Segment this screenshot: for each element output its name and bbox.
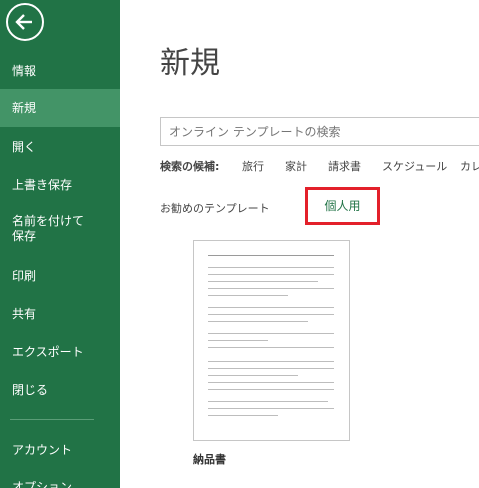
sidebar-item-open[interactable]: 開く (0, 128, 120, 166)
suggested-search-calendar[interactable]: カレ (460, 158, 479, 174)
doc-line (208, 375, 298, 376)
doc-line (208, 401, 328, 402)
doc-line (208, 368, 334, 369)
doc-line (208, 321, 308, 322)
doc-line (208, 295, 288, 296)
doc-line (208, 267, 334, 268)
sidebar-item-info[interactable]: 情報 (0, 52, 120, 90)
backstage-sidebar: 情報 新規 開く 上書き保存 名前を付けて 保存 印刷 共有 エクスポート 閉じ… (0, 0, 120, 488)
doc-line (208, 347, 334, 348)
doc-line (208, 307, 334, 308)
doc-line (208, 389, 334, 390)
sidebar-item-save-as[interactable]: 名前を付けて 保存 (0, 210, 120, 250)
sidebar-item-share[interactable]: 共有 (0, 295, 120, 333)
sidebar-item-save[interactable]: 上書き保存 (0, 166, 120, 204)
sidebar-item-new[interactable]: 新規 (0, 89, 120, 127)
save-as-label-line1: 名前を付けて (12, 214, 85, 228)
doc-line (208, 415, 278, 416)
doc-line (208, 274, 334, 275)
tab-featured[interactable]: お勧めのテンプレート (160, 200, 270, 216)
doc-line (208, 281, 318, 282)
doc-line (208, 408, 334, 409)
doc-title-line (208, 255, 334, 256)
sidebar-item-close[interactable]: 閉じる (0, 371, 120, 409)
suggested-search-budget[interactable]: 家計 (285, 158, 307, 174)
sidebar-item-print[interactable]: 印刷 (0, 257, 120, 295)
suggested-search-travel[interactable]: 旅行 (242, 158, 264, 174)
sidebar-divider (10, 419, 94, 420)
doc-line (208, 314, 334, 315)
template-thumbnail[interactable] (193, 240, 350, 441)
back-arrow-icon (15, 14, 32, 30)
doc-line (208, 333, 334, 334)
doc-line (208, 361, 334, 362)
save-as-label-line2: 保存 (12, 229, 37, 243)
sidebar-item-export[interactable]: エクスポート (0, 333, 120, 371)
suggested-search-invoice[interactable]: 請求書 (328, 158, 361, 174)
sidebar-item-options[interactable]: オプション (0, 468, 120, 488)
doc-line (208, 382, 334, 383)
suggested-searches-label: 検索の候補: (160, 160, 220, 173)
doc-line (208, 340, 268, 341)
template-search-input[interactable] (161, 118, 479, 145)
suggested-search-schedule[interactable]: スケジュール (382, 158, 447, 174)
tab-personal[interactable]: 個人用 (305, 187, 380, 225)
main-panel: 新規 検索の候補: 旅行 家計 請求書 スケジュール カレ お勧めのテンプレート… (120, 0, 479, 488)
template-name[interactable]: 納品書 (193, 451, 226, 467)
back-button[interactable] (6, 3, 44, 41)
template-search-box[interactable] (160, 117, 479, 146)
sidebar-item-account[interactable]: アカウント (0, 431, 120, 469)
doc-line (208, 288, 334, 289)
page-title: 新規 (160, 46, 220, 81)
